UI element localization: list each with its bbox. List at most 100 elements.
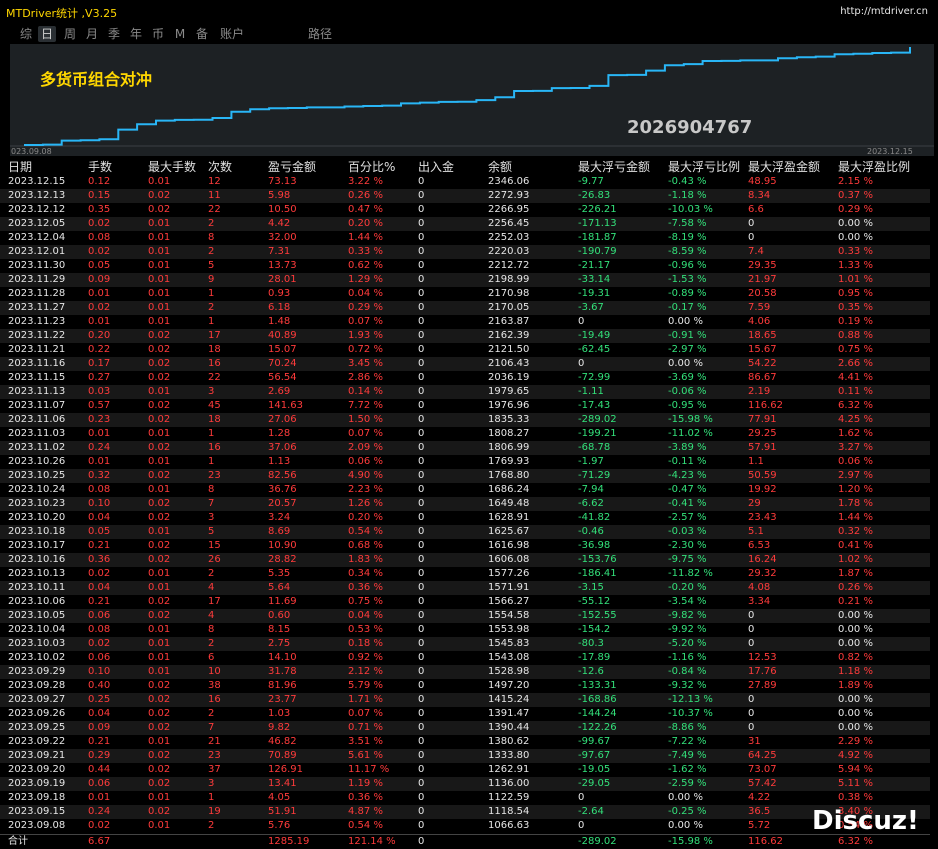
cell-max-float-loss: -80.3 (578, 638, 604, 649)
table-row[interactable]: 2023.10.26 0.01 0.01 1 1.13 0.06 % 0 1769.93 -1.… (0, 455, 930, 469)
header-max-float-loss-pct[interactable]: 最大浮亏比例 (668, 160, 740, 175)
table-row[interactable]: 2023.09.28 0.40 0.02 38 81.96 5.79 % 0 1497.20 -… (0, 679, 930, 693)
cell-max-float-loss: -144.24 (578, 708, 617, 719)
header-max-float-profit[interactable]: 最大浮盈金额 (748, 160, 820, 175)
cell-percent: 0.18 % (348, 638, 383, 649)
tab-2[interactable]: 周 (62, 26, 78, 42)
chart-title: 多货币组合对冲 (40, 70, 153, 89)
header-percent[interactable]: 百分比% (348, 160, 395, 175)
cell-profit: 4.42 (268, 218, 291, 229)
table-row[interactable]: 2023.10.06 0.21 0.02 17 11.69 0.75 % 0 1566.27 -… (0, 595, 930, 609)
table-row[interactable]: 2023.12.13 0.15 0.02 11 5.98 0.26 % 0 2272.93 -2… (0, 189, 930, 203)
table-row[interactable]: 2023.09.19 0.06 0.02 3 13.41 1.19 % 0 1136.00 -2… (0, 777, 930, 791)
table-row[interactable]: 2023.09.20 0.44 0.02 37 126.91 11.17 % 0 1262.9… (0, 763, 930, 777)
table-row[interactable]: 2023.11.28 0.01 0.01 1 0.93 0.04 % 0 2170.98 -19… (0, 287, 930, 301)
table-row[interactable]: 2023.11.23 0.01 0.01 1 1.48 0.07 % 0 2163.87 0 0.… (0, 315, 930, 329)
table-row[interactable]: 2023.09.15 0.24 0.02 19 51.91 4.87 % 0 1118.54 -… (0, 805, 930, 819)
table-row[interactable]: 2023.12.15 0.12 0.01 12 73.13 3.22 % 0 2346.06 -… (0, 175, 930, 189)
table-row[interactable]: 2023.11.27 0.02 0.01 2 6.18 0.29 % 0 2170.05 -3.… (0, 301, 930, 315)
cell-date: 2023.09.28 (8, 680, 66, 691)
cell-max-float-profit-pct: 1.78 % (838, 498, 873, 509)
cell-count: 23 (208, 470, 221, 481)
table-row[interactable]: 2023.10.18 0.05 0.01 5 8.69 0.54 % 0 1625.67 -0.… (0, 525, 930, 539)
table-row[interactable]: 2023.10.20 0.04 0.02 3 3.24 0.20 % 0 1628.91 -41… (0, 511, 930, 525)
cell-max-float-loss: 0 (578, 792, 585, 803)
cell-lots: 0.04 (88, 708, 111, 719)
cell-lots: 0.02 (88, 246, 111, 257)
cell-max-float-profit-pct: 0.00 % (838, 218, 873, 229)
header-max-lots[interactable]: 最大手数 (148, 160, 196, 175)
table-row[interactable]: 2023.10.04 0.08 0.01 8 8.15 0.53 % 0 1553.98 -15… (0, 623, 930, 637)
app-url-link[interactable]: http://mtdriver.cn (840, 6, 928, 17)
table-row[interactable]: 2023.12.04 0.08 0.01 8 32.00 1.44 % 0 2252.03 -1… (0, 231, 930, 245)
table-row[interactable]: 2023.11.21 0.22 0.02 18 15.07 0.72 % 0 2121.50 -… (0, 343, 930, 357)
table-row[interactable]: 2023.10.13 0.02 0.01 2 5.35 0.34 % 0 1577.26 -18… (0, 567, 930, 581)
table-row[interactable]: 2023.10.25 0.32 0.02 23 82.56 4.90 % 0 1768.80 -… (0, 469, 930, 483)
cell-balance: 1380.62 (488, 736, 530, 747)
cell-max-float-loss-pct: -9.92 % (668, 624, 707, 635)
header-max-float-loss[interactable]: 最大浮亏金额 (578, 160, 650, 175)
cell-percent: 1.44 % (348, 232, 383, 243)
table-row[interactable]: 2023.09.29 0.10 0.01 10 31.78 2.12 % 0 1528.98 -… (0, 665, 930, 679)
table-row[interactable]: 2023.11.07 0.57 0.02 45 141.63 7.72 % 0 1976.96… (0, 399, 930, 413)
cell-percent: 0.54 % (348, 820, 383, 831)
tab-8[interactable]: 备 (194, 26, 210, 42)
table-row[interactable]: 2023.09.21 0.29 0.02 23 70.89 5.61 % 0 1333.80 -… (0, 749, 930, 763)
table-row[interactable]: 2023.10.05 0.06 0.02 4 0.60 0.04 % 0 1554.58 -15… (0, 609, 930, 623)
cell-max-float-profit-pct: 0.00 % (838, 694, 873, 705)
table-row[interactable]: 2023.10.11 0.04 0.01 4 5.64 0.36 % 0 1571.91 -3.… (0, 581, 930, 595)
cell-balance: 1566.27 (488, 596, 530, 607)
table-row[interactable]: 2023.11.03 0.01 0.01 1 1.28 0.07 % 0 1808.27 -19… (0, 427, 930, 441)
table-row[interactable]: 2023.09.18 0.01 0.01 1 4.05 0.36 % 0 1122.59 0 0.… (0, 791, 930, 805)
tab-1[interactable]: 日 (38, 26, 56, 42)
tab-9[interactable]: 账户 (218, 26, 246, 42)
cell-lots: 0.06 (88, 652, 111, 663)
cell-max-lots: 0.01 (148, 456, 171, 467)
tab-5[interactable]: 年 (128, 26, 144, 42)
header-deposit[interactable]: 出入金 (418, 160, 454, 175)
table-row[interactable]: 2023.09.26 0.04 0.02 2 1.03 0.07 % 0 1391.47 -14… (0, 707, 930, 721)
table-row[interactable]: 2023.10.23 0.10 0.02 7 20.57 1.26 % 0 1649.48 -6… (0, 497, 930, 511)
header-lots[interactable]: 手数 (88, 160, 112, 175)
table-row[interactable]: 2023.09.08 0.02 0.01 2 5.76 0.54 % 0 1066.63 0 0.… (0, 819, 930, 833)
table-row[interactable]: 2023.11.15 0.27 0.02 22 56.54 2.86 % 0 2036.19 -… (0, 371, 930, 385)
tab-0[interactable]: 综 (18, 26, 34, 42)
cell-lots: 0.10 (88, 498, 111, 509)
header-date[interactable]: 日期 (8, 160, 32, 175)
cell-balance: 2272.93 (488, 190, 530, 201)
cell-deposit: 0 (418, 232, 425, 243)
tab-4[interactable]: 季 (106, 26, 122, 42)
table-row[interactable]: 2023.11.29 0.09 0.01 9 28.01 1.29 % 0 2198.99 -3… (0, 273, 930, 287)
table-row[interactable]: 2023.11.02 0.24 0.02 16 37.06 2.09 % 0 1806.99 -… (0, 441, 930, 455)
cell-profit: 8.69 (268, 526, 291, 537)
header-balance[interactable]: 余额 (488, 160, 512, 175)
tab-3[interactable]: 月 (84, 26, 100, 42)
table-row[interactable]: 2023.09.25 0.09 0.02 7 9.82 0.71 % 0 1390.44 -12… (0, 721, 930, 735)
table-row[interactable]: 2023.12.12 0.35 0.02 22 10.50 0.47 % 0 2266.95 -… (0, 203, 930, 217)
table-row[interactable]: 2023.10.02 0.06 0.01 6 14.10 0.92 % 0 1543.08 -1… (0, 651, 930, 665)
tab-7[interactable]: M (174, 26, 186, 42)
cell-max-float-loss: -2.64 (578, 806, 604, 817)
table-row[interactable]: 2023.11.06 0.23 0.02 18 27.06 1.50 % 0 1835.33 -… (0, 413, 930, 427)
tab-6[interactable]: 币 (150, 26, 166, 42)
table-row[interactable]: 2023.12.05 0.02 0.01 2 4.42 0.20 % 0 2256.45 -17… (0, 217, 930, 231)
table-row[interactable]: 2023.10.24 0.08 0.01 8 36.76 2.23 % 0 1686.24 -7… (0, 483, 930, 497)
cell-percent: 1.93 % (348, 330, 383, 341)
table-row[interactable]: 2023.11.16 0.17 0.02 16 70.24 3.45 % 0 2106.43 0… (0, 357, 930, 371)
header-profit[interactable]: 盈亏金额 (268, 160, 316, 175)
table-row[interactable]: 2023.10.03 0.02 0.01 2 2.75 0.18 % 0 1545.83 -80… (0, 637, 930, 651)
header-max-float-profit-pct[interactable]: 最大浮盈比例 (838, 160, 910, 175)
table-row[interactable]: 2023.09.27 0.25 0.02 16 23.77 1.71 % 0 1415.24 -… (0, 693, 930, 707)
table-row[interactable]: 2023.11.30 0.05 0.01 5 13.73 0.62 % 0 2212.72 -2… (0, 259, 930, 273)
cell-max-lots: 0.01 (148, 274, 171, 285)
table-row[interactable]: 2023.10.17 0.21 0.02 15 10.90 0.68 % 0 1616.98 -… (0, 539, 930, 553)
table-row[interactable]: 2023.09.22 0.21 0.01 21 46.82 3.51 % 0 1380.62 -… (0, 735, 930, 749)
table-row[interactable]: 2023.11.22 0.20 0.02 17 40.89 1.93 % 0 2162.39 -… (0, 329, 930, 343)
table-row[interactable]: 2023.12.01 0.02 0.01 2 7.31 0.33 % 0 2220.03 -19… (0, 245, 930, 259)
table-row[interactable]: 2023.11.13 0.03 0.01 3 2.69 0.14 % 0 1979.65 -1.… (0, 385, 930, 399)
header-count[interactable]: 次数 (208, 160, 232, 175)
table-row[interactable]: 2023.10.16 0.36 0.02 26 28.82 1.83 % 0 1606.08 -… (0, 553, 930, 567)
tab-10[interactable]: 路径 (306, 26, 334, 42)
cell-max-float-loss-pct: -3.89 % (668, 442, 707, 453)
cell-balance: 1625.67 (488, 526, 530, 537)
